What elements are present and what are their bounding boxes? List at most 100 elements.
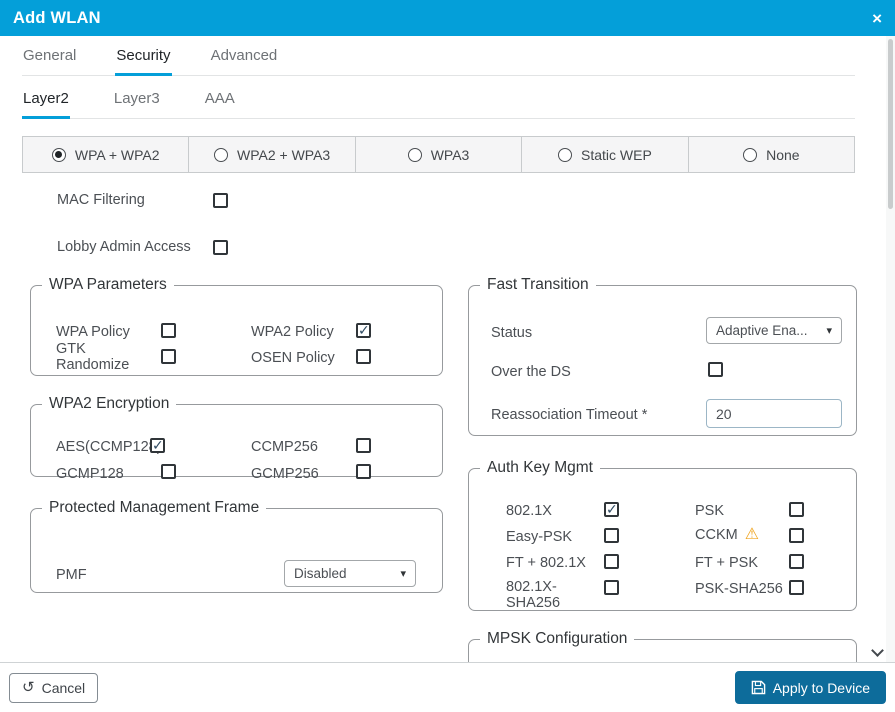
akm-8021x-sha256-label: 802.1X-SHA256 [506,579,561,611]
undo-icon: ↺ [22,679,35,696]
akm-easy-psk-checkbox[interactable] [604,528,619,543]
fast-transition-status-select[interactable]: Adaptive Ena... ▾ [706,317,842,344]
dialog-title: Add WLAN [13,8,101,27]
pmf-select-value: Disabled [294,566,347,581]
security-subtabs: Layer2 Layer3 AAA [22,90,855,119]
akm-8021x-checkbox[interactable] [604,501,619,518]
segment-label: WPA + WPA2 [74,146,160,163]
chevron-down-icon[interactable] [871,644,884,657]
main-tabs: General Security Advanced [22,47,855,76]
akm-cckm-label-group: CCKM ⚠ [695,526,760,544]
subtab-layer2[interactable]: Layer2 [22,90,70,119]
radio-icon [51,147,66,162]
dialog-titlebar: Add WLAN × [0,0,895,36]
gcmp256-checkbox[interactable] [356,464,371,479]
radio-icon [558,147,573,162]
gtk-randomize-label: GTK Randomize [56,341,130,373]
add-wlan-dialog: Add WLAN × General Security Advanced Lay… [0,0,895,712]
wpa-policy-label: WPA Policy [56,324,130,340]
akm-ft-psk-label: FT + PSK [695,555,758,571]
gcmp128-checkbox[interactable] [161,464,176,479]
mac-filtering-row: MAC Filtering [57,192,228,208]
segment-label: None [766,146,800,163]
aes-ccmp128-label: AES(CCMP128) [56,439,162,455]
chevron-down-icon: ▾ [826,325,832,337]
auth-key-mgmt-legend: Auth Key Mgmt [487,459,593,476]
radio-icon [743,147,758,162]
ccmp256-checkbox[interactable] [356,438,371,453]
akm-psk-label: PSK [695,503,725,519]
chevron-down-icon: ▾ [400,568,406,580]
subtab-layer3[interactable]: Layer3 [113,90,161,107]
wpa2-encryption-fieldset: WPA2 Encryption AES(CCMP128) CCMP256 GCM… [30,395,443,482]
lobby-admin-access-label: Lobby Admin Access [57,239,191,255]
pmf-select[interactable]: Disabled ▾ [284,560,416,587]
apply-to-device-button[interactable]: Apply to Device [734,671,886,704]
lobby-admin-access-row: Lobby Admin Access [57,239,228,255]
aes-ccmp128-checkbox[interactable] [150,437,165,454]
wpa2-encryption-legend: WPA2 Encryption [49,395,170,412]
akm-psk-sha256-checkbox[interactable] [789,580,804,595]
segment-wpa3[interactable]: WPA3 [354,136,523,173]
mpsk-configuration-legend: MPSK Configuration [487,630,628,647]
pmf-label: PMF [56,567,87,583]
gcmp256-label: GCMP256 [251,466,319,482]
gcmp128-label: GCMP128 [56,466,124,482]
over-the-ds-checkbox[interactable] [708,362,723,377]
subtab-aaa[interactable]: AAA [204,90,236,107]
akm-easy-psk-label: Easy-PSK [506,529,573,545]
akm-8021x-label: 802.1X [506,503,552,519]
wpa-policy-checkbox[interactable] [161,323,176,338]
ccmp256-label: CCMP256 [251,439,318,455]
pmf-fieldset: Protected Management Frame PMF Disabled … [30,499,443,593]
cancel-button[interactable]: ↺ Cancel [9,672,99,703]
reassociation-timeout-label: Reassociation Timeout * [491,407,648,423]
mac-filtering-checkbox[interactable] [213,192,228,208]
close-icon[interactable]: × [872,10,882,27]
akm-cckm-label: CCKM [695,527,738,543]
save-icon [751,680,766,695]
wpa-parameters-fieldset: WPA Parameters WPA Policy WPA2 Policy GT… [30,276,443,376]
fast-transition-fieldset: Fast Transition Status Adaptive Ena... ▾… [468,276,857,436]
segment-label: WPA3 [430,146,470,163]
tab-general[interactable]: General [22,47,77,64]
akm-cckm-checkbox[interactable] [789,528,804,543]
wpa-parameters-legend: WPA Parameters [49,276,167,293]
cancel-label: Cancel [41,679,86,696]
auth-key-mgmt-fieldset: Auth Key Mgmt 802.1X PSK Easy-PSK CCKM ⚠… [468,459,857,611]
akm-ft-8021x-checkbox[interactable] [604,554,619,569]
akm-psk-checkbox[interactable] [789,502,804,517]
vertical-scrollbar[interactable] [886,36,895,662]
osen-policy-checkbox[interactable] [356,349,371,364]
radio-icon [213,147,228,162]
osen-policy-label: OSEN Policy [251,350,335,366]
akm-8021x-sha256-checkbox[interactable] [604,580,619,595]
akm-ft-psk-checkbox[interactable] [789,554,804,569]
lobby-admin-access-checkbox[interactable] [213,239,228,255]
akm-psk-sha256-label: PSK-SHA256 [695,581,783,597]
pmf-legend: Protected Management Frame [49,499,260,516]
wpa2-policy-label: WPA2 Policy [251,324,334,340]
segment-label: Static WEP [581,146,652,163]
scrollbar-thumb[interactable] [888,39,893,209]
status-label: Status [491,325,533,341]
gtk-randomize-checkbox[interactable] [161,349,176,364]
radio-icon [407,147,422,162]
dialog-footer: ↺ Cancel Apply to Device [0,662,895,712]
segment-label: WPA2 + WPA3 [236,146,331,163]
status-select-value: Adaptive Ena... [716,323,808,338]
apply-label: Apply to Device [772,679,870,696]
segment-wpa-wpa2[interactable]: WPA + WPA2 [22,136,190,173]
akm-ft-8021x-label: FT + 802.1X [506,555,586,571]
fast-transition-legend: Fast Transition [487,276,589,293]
layer2-security-mode-group: WPA + WPA2 WPA2 + WPA3 WPA3 Static WEP N… [22,136,856,173]
reassociation-timeout-input[interactable] [706,399,842,428]
segment-static-wep[interactable]: Static WEP [521,136,689,173]
segment-none[interactable]: None [687,136,856,173]
warning-icon: ⚠ [744,526,760,543]
tab-security[interactable]: Security [115,47,172,76]
wpa2-policy-checkbox[interactable] [356,322,371,339]
over-the-ds-label: Over the DS [491,364,571,380]
segment-wpa2-wpa3[interactable]: WPA2 + WPA3 [188,136,356,173]
tab-advanced[interactable]: Advanced [210,47,279,64]
